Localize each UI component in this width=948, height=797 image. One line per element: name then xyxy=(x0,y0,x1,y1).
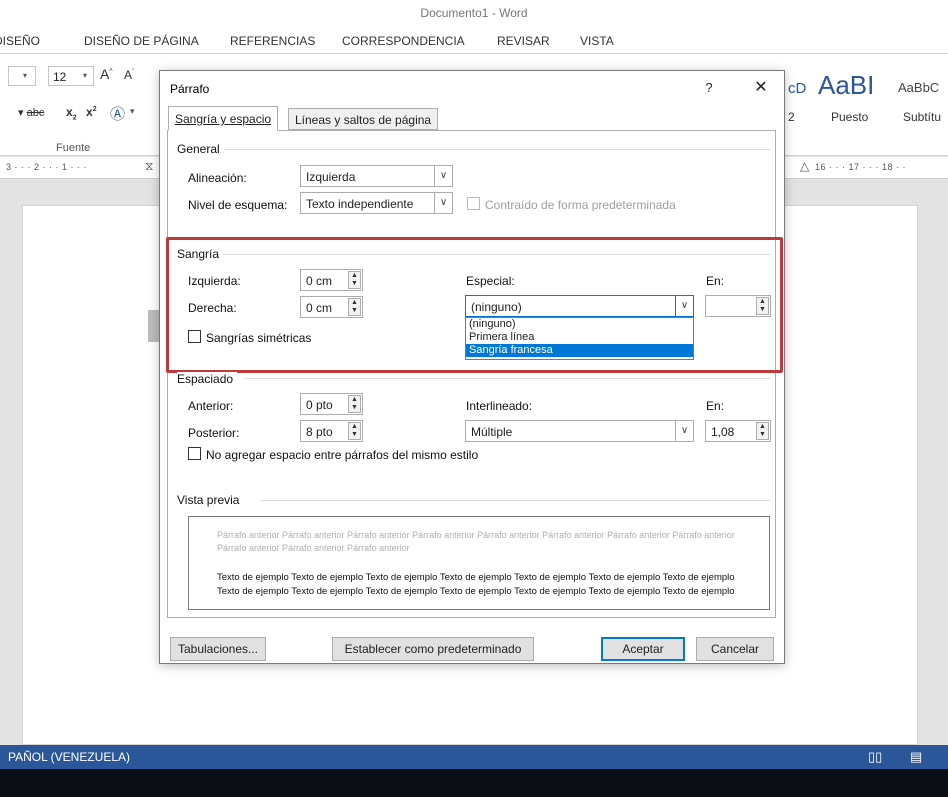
set-default-button[interactable]: Establecer como predeterminado xyxy=(332,637,534,661)
font-name-box[interactable]: ▾ xyxy=(8,66,36,86)
read-mode-icon[interactable]: ▯▯ xyxy=(868,749,882,765)
alignment-label: Alineación: xyxy=(188,171,247,185)
tab-revisar[interactable]: REVISAR xyxy=(497,34,550,48)
strikethrough-icon[interactable]: ▾ abc xyxy=(18,106,44,119)
no-space-label: No agregar espacio entre párrafos del mi… xyxy=(206,448,479,462)
spin-arrows-icon[interactable]: ▲ ▼ xyxy=(348,395,361,413)
tab-diseno[interactable]: DISEÑO xyxy=(0,34,40,48)
tab-label: Líneas y saltos de página xyxy=(295,113,432,127)
subscript-icon[interactable]: x2 xyxy=(66,105,77,121)
status-bar: PAÑOL (VENEZUELA) ▯▯ ▤ xyxy=(0,745,948,769)
spacing-before-label: Anterior: xyxy=(188,399,234,413)
spacing-after-value: 8 pto xyxy=(306,425,333,439)
line-spacing-at-value: 1,08 xyxy=(711,425,735,439)
general-heading: General xyxy=(177,142,224,156)
set-default-button-label: Establecer como predeterminado xyxy=(344,642,522,656)
chevron-down-icon: ▾ xyxy=(83,71,88,80)
font-size-box[interactable]: 12 ▾ xyxy=(48,66,94,86)
tabs-button-label: Tabulaciones... xyxy=(177,642,259,656)
line-spacing-value: Múltiple xyxy=(471,425,513,439)
taskbar-strip xyxy=(0,769,948,797)
divider xyxy=(260,500,770,501)
spacing-before-spinner[interactable]: 0 pto ▲ ▼ xyxy=(300,393,363,415)
cancel-button[interactable]: Cancelar xyxy=(696,637,774,661)
collapsed-checkbox[interactable] xyxy=(467,197,480,210)
tab-correspondencia[interactable]: CORRESPONDENCIA xyxy=(342,34,465,48)
language-indicator[interactable]: PAÑOL (VENEZUELA) xyxy=(8,750,130,764)
ruler-right-scale: 16 · · · 17 · · · 18 · · xyxy=(815,162,907,172)
tab-line-page-breaks[interactable]: Líneas y saltos de página xyxy=(288,108,439,130)
spacing-after-label: Posterior: xyxy=(188,426,240,440)
preview-sample-text: Texto de ejemplo Texto de ejemplo Texto … xyxy=(217,572,735,597)
spin-arrows-icon[interactable]: ▲ ▼ xyxy=(348,422,361,440)
ribbon-tabs: DISEÑO DISEÑO DE PÁGINA REFERENCIAS CORR… xyxy=(0,26,948,54)
alignment-value: Izquierda xyxy=(306,170,356,184)
chevron-down-icon: ∨ xyxy=(434,166,452,186)
print-layout-icon[interactable]: ▤ xyxy=(910,749,922,765)
tabs-button[interactable]: Tabulaciones... xyxy=(170,637,266,661)
spacing-after-spinner[interactable]: 8 pto ▲ ▼ xyxy=(300,420,363,442)
text-effects-icon[interactable]: Ⓐ xyxy=(110,103,125,124)
line-spacing-at-label: En: xyxy=(706,399,725,413)
tab-label: Sangría y espacio xyxy=(175,112,272,126)
title-bar: Documento1 - Word xyxy=(0,0,948,26)
font-group-label: Fuente xyxy=(56,142,91,154)
style-puesto-label: Puesto xyxy=(831,110,869,124)
preview-heading: Vista previa xyxy=(177,493,244,507)
divider xyxy=(222,149,770,150)
chevron-down-icon: ▾ xyxy=(23,71,28,80)
alignment-select[interactable]: Izquierda ∨ xyxy=(300,165,453,187)
indent-marker-icon[interactable]: ⧖ xyxy=(145,159,154,174)
tab-diseno-de-pagina[interactable]: DISEÑO DE PÁGINA xyxy=(84,34,199,48)
no-space-checkbox[interactable] xyxy=(188,447,201,460)
line-spacing-select[interactable]: Múltiple ∨ xyxy=(465,420,694,442)
outline-level-select[interactable]: Texto independiente ∨ xyxy=(300,192,453,214)
tab-indent-spacing[interactable]: Sangría y espacio xyxy=(168,106,279,131)
grow-font-icon[interactable]: A^ xyxy=(100,66,113,82)
chevron-down-icon: ∨ xyxy=(675,421,693,441)
shrink-font-icon[interactable]: Aˇ xyxy=(124,68,134,82)
paragraph-dialog: Párrafo ? ✕ Sangría y espacio Líneas y s… xyxy=(159,70,785,664)
ok-button-label: Aceptar xyxy=(622,642,664,656)
preview-box: Párrafo anterior Párrafo anterior Párraf… xyxy=(188,516,770,610)
divider xyxy=(244,378,770,379)
outline-level-label: Nivel de esquema: xyxy=(188,198,288,212)
spacing-heading: Espaciado xyxy=(177,372,238,386)
close-icon[interactable]: ✕ xyxy=(748,77,774,99)
spacing-before-value: 0 pto xyxy=(306,398,333,412)
window-title: Documento1 - Word xyxy=(420,6,528,20)
chevron-down-icon: ∨ xyxy=(434,193,452,213)
font-size-value: 12 xyxy=(53,70,67,84)
style-subtitulo-label: Subtítu xyxy=(903,110,942,124)
collapsed-label: Contraído de forma predeterminada xyxy=(485,198,676,212)
spin-arrows-icon[interactable]: ▲ ▼ xyxy=(756,422,769,440)
ruler-left-scale: 3 · · · 2 · · · 1 · · · xyxy=(6,162,87,172)
help-button[interactable]: ? xyxy=(698,77,720,99)
style-subtitulo-preview[interactable]: AaBbC xyxy=(898,80,939,95)
style-1-label: 2 xyxy=(788,110,795,124)
superscript-icon[interactable]: x2 xyxy=(86,105,97,119)
line-spacing-at-spinner[interactable]: 1,08 ▲ ▼ xyxy=(705,420,771,442)
tab-referencias[interactable]: REFERENCIAS xyxy=(230,34,315,48)
highlight-annotation xyxy=(166,237,783,373)
line-spacing-label: Interlineado: xyxy=(466,399,533,413)
right-indent-marker-icon[interactable]: △ xyxy=(800,159,810,173)
cancel-button-label: Cancelar xyxy=(710,642,760,656)
dialog-title: Párrafo xyxy=(170,82,210,96)
style-puesto-preview[interactable]: AaBI xyxy=(818,70,874,101)
chevron-down-icon[interactable]: ▾ xyxy=(130,106,135,117)
style-1-preview[interactable]: cD xyxy=(788,80,806,97)
ok-button[interactable]: Aceptar xyxy=(601,637,685,661)
outline-level-value: Texto independiente xyxy=(306,197,414,211)
tab-vista[interactable]: VISTA xyxy=(580,34,614,48)
preview-previous-paragraph: Párrafo anterior Párrafo anterior Párraf… xyxy=(217,530,735,553)
